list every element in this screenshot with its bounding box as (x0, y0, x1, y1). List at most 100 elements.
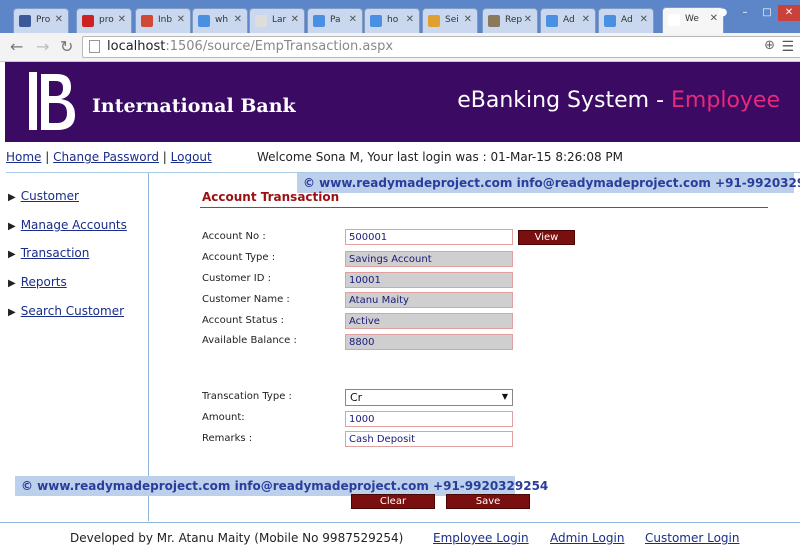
url-path: :1506/source/EmpTransaction.aspx (165, 39, 394, 54)
bank-name: International Bank (92, 95, 296, 117)
reload-icon[interactable]: ↻ (60, 37, 73, 56)
nav-separator: | (45, 150, 50, 164)
sidebar-item-search-customer[interactable]: ▶ Search Customer (8, 304, 124, 318)
user-icon[interactable]: ● (712, 5, 734, 21)
close-tab-icon[interactable]: ✕ (582, 14, 590, 25)
menu-icon[interactable]: ☰ (781, 39, 794, 55)
home-link[interactable]: Home (6, 150, 41, 164)
page-icon (668, 14, 680, 26)
admin-login-link[interactable]: Admin Login (550, 531, 624, 545)
tab-label: ho (387, 15, 399, 25)
sidebar-item-transaction[interactable]: ▶ Transaction (8, 246, 89, 260)
developer-credit: Developed by Mr. Atanu Maity (Mobile No … (70, 531, 404, 545)
browser-tab[interactable]: pro ✕ (76, 8, 132, 33)
sidebar-item-customer[interactable]: ▶ Customer (8, 189, 79, 203)
watermark-banner: © www.readymadeproject.com info@readymad… (15, 476, 548, 496)
browser-tab[interactable]: Ad ✕ (540, 8, 596, 33)
amount-label: Amount: (202, 412, 245, 423)
forward-icon[interactable]: → (36, 37, 49, 56)
footer: Developed by Mr. Atanu Maity (Mobile No … (0, 522, 800, 553)
browser-tab[interactable]: ho ✕ (364, 8, 420, 33)
close-tab-icon[interactable]: ✕ (640, 14, 648, 25)
tab-label: Ad (563, 15, 575, 25)
account-type-label: Account Type : (202, 252, 276, 263)
zoom-icon[interactable]: ⊕ (764, 38, 775, 53)
browser-tab[interactable]: Sei ✕ (422, 8, 478, 33)
customer-name-label: Customer Name : (202, 294, 290, 305)
browser-tab[interactable]: Pa ✕ (307, 8, 363, 33)
amount-input[interactable]: 1000 (345, 411, 513, 427)
view-button[interactable]: View (518, 230, 575, 245)
tab-label: Pro (36, 15, 51, 25)
tab-label: Ad (621, 15, 633, 25)
customer-name-field: Atanu Maity (345, 292, 513, 308)
top-nav: Home | Change Password | Logout (6, 150, 212, 164)
tab-label: Pa (330, 15, 341, 25)
close-tab-icon[interactable]: ✕ (349, 14, 357, 25)
back-icon[interactable]: ← (10, 37, 23, 56)
image-icon (488, 15, 500, 27)
close-window-icon[interactable]: ✕ (778, 5, 800, 21)
account-status-field: Active (345, 313, 513, 329)
page-icon (255, 15, 267, 27)
url-host: localhost (107, 39, 166, 54)
bank-logo-icon (29, 72, 75, 130)
sidebar-item-reports[interactable]: ▶ Reports (8, 275, 67, 289)
tab-label: Rep (505, 15, 523, 25)
txn-type-label: Transcation Type : (202, 391, 292, 402)
logout-link[interactable]: Logout (171, 150, 212, 164)
arrow-right-icon: ▶ (8, 221, 16, 232)
browser-tab[interactable]: wh ✕ (192, 8, 248, 33)
arrow-right-icon: ▶ (8, 307, 16, 318)
browser-tab[interactable]: Pro ✕ (13, 8, 69, 33)
address-bar[interactable]: localhost:1506/source/EmpTransaction.asp… (82, 36, 800, 58)
clear-button[interactable]: Clear (351, 494, 435, 509)
tab-label: pro (99, 15, 114, 25)
account-type-field: Savings Account (345, 251, 513, 267)
arrow-right-icon: ▶ (8, 278, 16, 289)
sidebar-item-label: Reports (20, 275, 67, 289)
save-button[interactable]: Save (446, 494, 530, 509)
browser-tab[interactable]: Rep ✕ (482, 8, 538, 33)
browser-tab[interactable]: Lar ✕ (249, 8, 305, 33)
google-icon (198, 15, 210, 27)
tab-label: wh (215, 15, 229, 25)
change-password-link[interactable]: Change Password (53, 150, 159, 164)
arrow-right-icon: ▶ (8, 192, 16, 203)
txn-type-value: Cr (350, 391, 363, 404)
remarks-label: Remarks : (202, 433, 253, 444)
tab-label: We (685, 14, 699, 24)
close-tab-icon[interactable]: ✕ (524, 14, 532, 25)
system-title: eBanking System - Employee (457, 88, 780, 113)
site-header: International Bank eBanking System - Emp… (5, 62, 800, 142)
close-tab-icon[interactable]: ✕ (464, 14, 472, 25)
close-tab-icon[interactable]: ✕ (291, 14, 299, 25)
gmail-icon (141, 15, 153, 27)
close-tab-icon[interactable]: ✕ (234, 14, 242, 25)
browser-tab-bar: Pro ✕ pro ✕ Inb ✕ wh ✕ Lar ✕ Pa ✕ ho ✕ Sei ✕ Rep ✕ Ad ✕ Ad ✕ W… (0, 0, 800, 34)
customer-login-link[interactable]: Customer Login (645, 531, 739, 545)
txn-type-select[interactable]: Cr ▼ (345, 389, 513, 406)
sidebar-item-manage-accounts[interactable]: ▶ Manage Accounts (8, 218, 127, 232)
browser-tab[interactable]: Inb ✕ (135, 8, 191, 33)
section-divider (200, 207, 768, 208)
close-tab-icon[interactable]: ✕ (118, 14, 126, 25)
maximize-icon[interactable]: □ (756, 5, 778, 21)
close-tab-icon[interactable]: ✕ (177, 14, 185, 25)
browser-tab[interactable]: Ad ✕ (598, 8, 654, 33)
welcome-message: Welcome Sona M, Your last login was : 01… (257, 150, 623, 164)
window-controls: ● – □ ✕ (712, 0, 800, 21)
balance-field: 8800 (345, 334, 513, 350)
close-tab-icon[interactable]: ✕ (55, 14, 63, 25)
employee-login-link[interactable]: Employee Login (433, 531, 529, 545)
google-icon (313, 15, 325, 27)
sidebar-item-label: Customer (20, 189, 79, 203)
remarks-input[interactable]: Cash Deposit (345, 431, 513, 447)
minimize-icon[interactable]: – (734, 5, 756, 21)
customer-id-field: 10001 (345, 272, 513, 288)
page-icon (89, 40, 100, 53)
system-role: Employee (671, 88, 780, 113)
browser-toolbar: ← → ↻ localhost:1506/source/EmpTransacti… (0, 33, 800, 62)
close-tab-icon[interactable]: ✕ (406, 14, 414, 25)
account-no-input[interactable]: 500001 (345, 229, 513, 245)
